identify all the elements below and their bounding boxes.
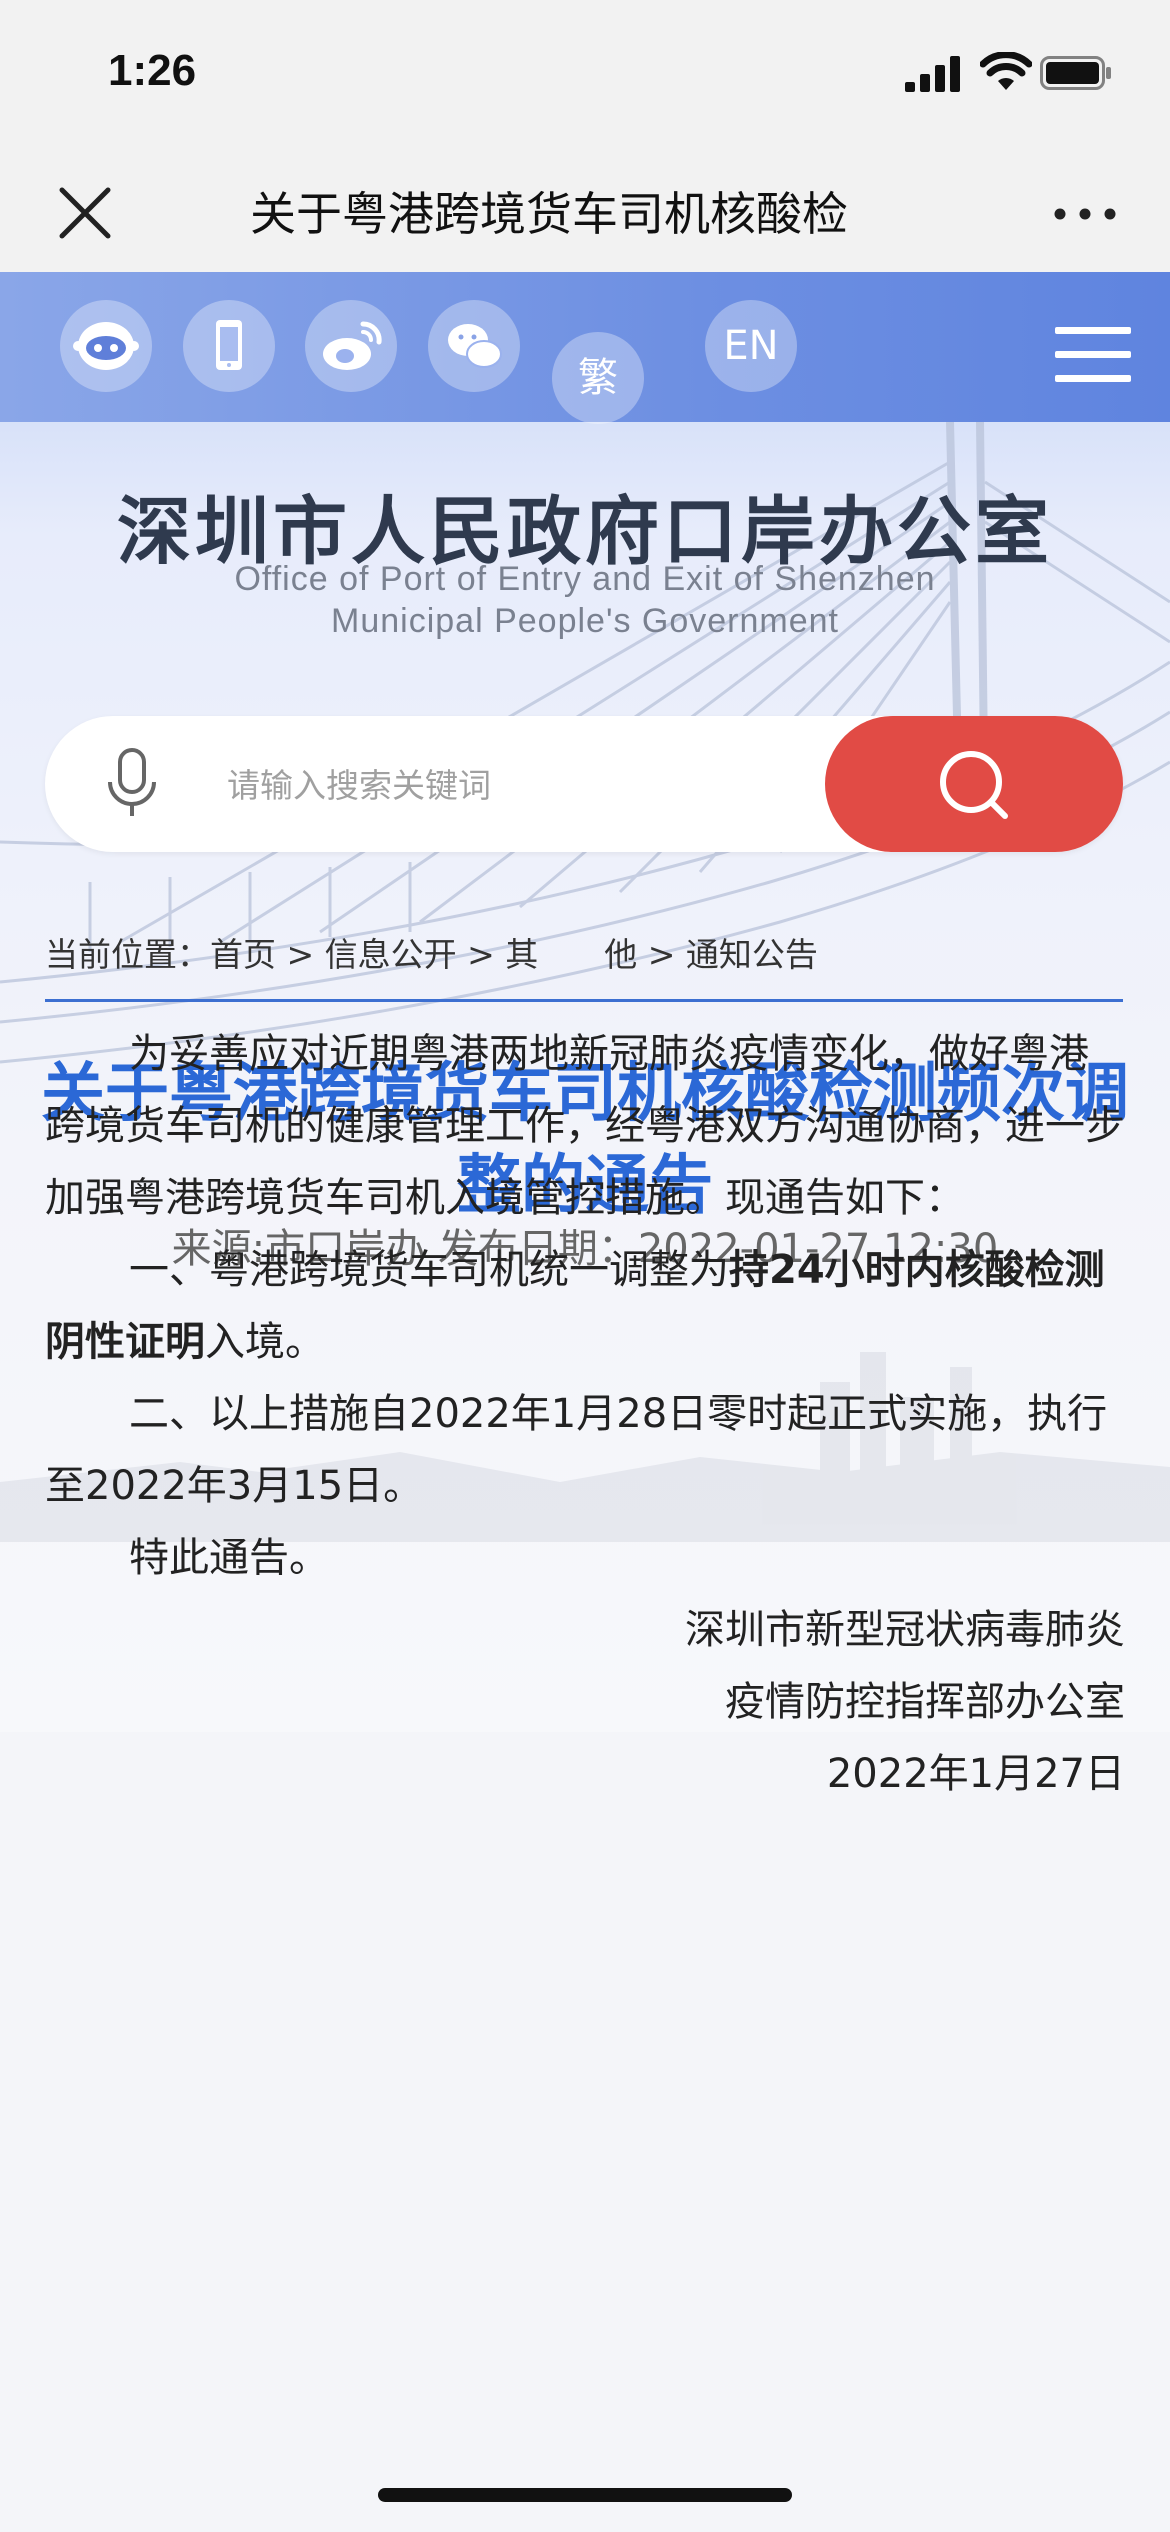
search-button[interactable] bbox=[825, 716, 1123, 852]
breadcrumb-item-notice[interactable]: 通知公告 bbox=[686, 928, 818, 976]
home-indicator[interactable] bbox=[378, 2488, 792, 2502]
weibo-icon[interactable] bbox=[305, 300, 397, 392]
robot-icon[interactable] bbox=[60, 300, 152, 392]
status-bar: 1:26 bbox=[0, 0, 1170, 150]
breadcrumb-item-info[interactable]: 信息公开 bbox=[325, 928, 457, 976]
article-signature: 疫情防控指挥部办公室 bbox=[725, 1679, 1125, 1725]
article-paragraph: 二、以上措施自2022年1月28日零时起正式实施，执行至2022年3月15日。 bbox=[45, 1391, 1108, 1509]
search-icon bbox=[940, 751, 1008, 819]
breadcrumb-divider bbox=[45, 999, 1123, 1002]
more-options-icon[interactable] bbox=[1050, 184, 1120, 244]
page-title: 关于粤港跨境货车司机核酸检 bbox=[250, 187, 848, 241]
article-paragraph: 为妥善应对近期粤港两地新冠肺炎疫情变化，做好粤港跨境货车司机的健康管理工作，经粤… bbox=[45, 1031, 1125, 1221]
article-text: 一、粤港跨境货车司机统一调整为 bbox=[129, 1247, 729, 1293]
wechat-icon[interactable] bbox=[428, 300, 520, 392]
site-logo-en: Office of Port of Entry and Exit of Shen… bbox=[0, 558, 1170, 642]
article-text: 入境。 bbox=[205, 1319, 325, 1365]
menu-icon[interactable] bbox=[1055, 327, 1131, 387]
breadcrumb-label: 当前位置： bbox=[45, 935, 210, 974]
status-time: 1:26 bbox=[108, 46, 197, 95]
site-logo-en-line2: Municipal People's Government bbox=[331, 602, 839, 640]
wifi-icon bbox=[980, 52, 1032, 90]
battery-icon bbox=[1040, 56, 1111, 90]
site-logo-en-line1: Office of Port of Entry and Exit of Shen… bbox=[234, 560, 936, 598]
traditional-chinese-button[interactable]: 繁 bbox=[552, 332, 644, 424]
search-input[interactable] bbox=[225, 752, 849, 818]
search-bar bbox=[45, 716, 1123, 852]
breadcrumb-separator: > bbox=[276, 935, 325, 974]
header-bar: 繁 EN bbox=[0, 272, 1170, 424]
breadcrumb-separator: > bbox=[456, 935, 506, 974]
article-signature: 深圳市新型冠状病毒肺炎 bbox=[685, 1607, 1125, 1653]
microphone-icon[interactable] bbox=[97, 746, 167, 822]
article-paragraph: 一、粤港跨境货车司机统一调整为持24小时内核酸检测阴性证明入境。 bbox=[45, 1234, 1125, 1378]
article-paragraph: 特此通告。 bbox=[129, 1535, 329, 1581]
mobile-icon[interactable] bbox=[183, 300, 275, 392]
breadcrumb-item-other[interactable]: 其 他 bbox=[505, 928, 637, 976]
close-icon[interactable] bbox=[52, 180, 118, 246]
article-body: 为妥善应对近期粤港两地新冠肺炎疫情变化，做好粤港跨境货车司机的健康管理工作，经粤… bbox=[45, 1018, 1125, 1810]
breadcrumb-item-home[interactable]: 首页 bbox=[210, 928, 276, 976]
browser-nav-bar: 关于粤港跨境货车司机核酸检 bbox=[0, 150, 1170, 273]
signal-icon bbox=[905, 56, 960, 92]
article-date: 2022年1月27日 bbox=[826, 1751, 1125, 1797]
breadcrumb-separator: > bbox=[637, 935, 686, 974]
english-button[interactable]: EN bbox=[705, 300, 797, 392]
breadcrumb: 当前位置：首页 > 信息公开 > 其 他 > 通知公告 bbox=[45, 928, 818, 976]
